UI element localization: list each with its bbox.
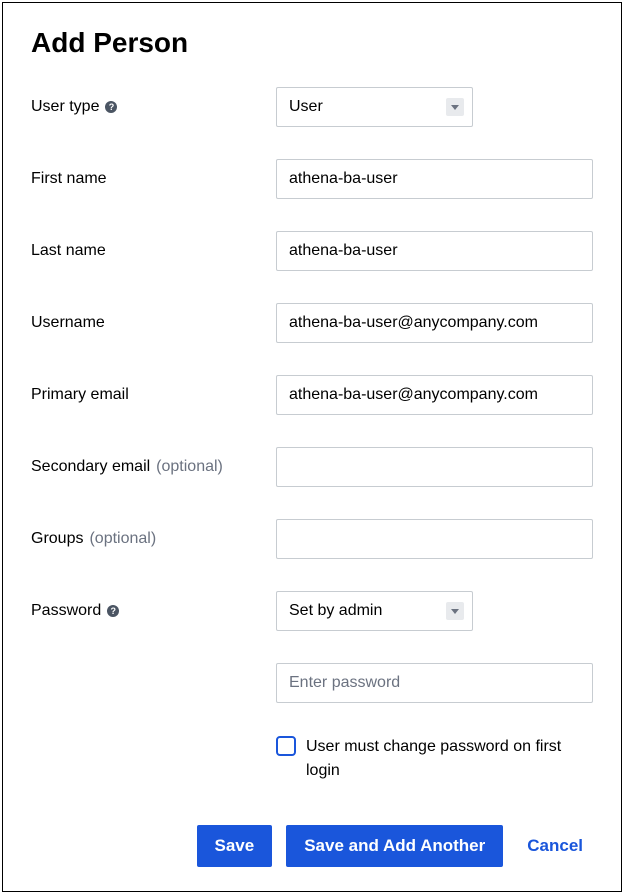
- first-name-label: First name: [31, 170, 276, 188]
- last-name-row: Last name: [31, 231, 593, 271]
- secondary-email-input[interactable]: [276, 447, 593, 487]
- primary-email-label: Primary email: [31, 386, 276, 404]
- username-input[interactable]: [276, 303, 593, 343]
- change-password-checkbox[interactable]: [276, 736, 296, 756]
- secondary-email-row: Secondary email (optional): [31, 447, 593, 487]
- add-person-form: User type ? User First name Last name: [31, 87, 593, 785]
- password-label-text: Password: [31, 602, 101, 620]
- username-label-text: Username: [31, 314, 105, 332]
- help-icon[interactable]: ?: [105, 101, 117, 113]
- optional-text: (optional): [156, 458, 223, 476]
- save-add-another-button[interactable]: Save and Add Another: [286, 825, 503, 867]
- user-type-label: User type ?: [31, 98, 276, 116]
- primary-email-input[interactable]: [276, 375, 593, 415]
- password-mode-value: Set by admin: [289, 602, 382, 620]
- first-name-label-text: First name: [31, 170, 107, 188]
- change-password-row: User must change password on first login: [31, 735, 593, 783]
- username-label: Username: [31, 314, 276, 332]
- chevron-down-icon: [446, 602, 464, 620]
- first-name-input[interactable]: [276, 159, 593, 199]
- chevron-down-icon: [446, 98, 464, 116]
- user-type-select[interactable]: User: [276, 87, 473, 127]
- user-type-row: User type ? User: [31, 87, 593, 127]
- optional-text: (optional): [89, 530, 156, 548]
- help-icon[interactable]: ?: [107, 605, 119, 617]
- secondary-email-label-text: Secondary email: [31, 458, 150, 476]
- cancel-button[interactable]: Cancel: [517, 825, 593, 867]
- primary-email-label-text: Primary email: [31, 386, 129, 404]
- last-name-label: Last name: [31, 242, 276, 260]
- secondary-email-label: Secondary email (optional): [31, 458, 276, 476]
- password-label: Password ?: [31, 602, 276, 620]
- password-input[interactable]: [276, 663, 593, 703]
- groups-input[interactable]: [276, 519, 593, 559]
- page-title: Add Person: [31, 27, 593, 59]
- last-name-label-text: Last name: [31, 242, 106, 260]
- user-type-value: User: [289, 98, 323, 116]
- password-input-row: [31, 663, 593, 703]
- change-password-label: User must change password on first login: [306, 735, 593, 783]
- username-row: Username: [31, 303, 593, 343]
- password-row: Password ? Set by admin: [31, 591, 593, 631]
- primary-email-row: Primary email: [31, 375, 593, 415]
- save-button[interactable]: Save: [197, 825, 273, 867]
- groups-row: Groups (optional): [31, 519, 593, 559]
- user-type-label-text: User type: [31, 98, 99, 116]
- first-name-row: First name: [31, 159, 593, 199]
- button-row: Save Save and Add Another Cancel: [31, 825, 593, 867]
- password-mode-select[interactable]: Set by admin: [276, 591, 473, 631]
- last-name-input[interactable]: [276, 231, 593, 271]
- groups-label-text: Groups: [31, 530, 83, 548]
- groups-label: Groups (optional): [31, 530, 276, 548]
